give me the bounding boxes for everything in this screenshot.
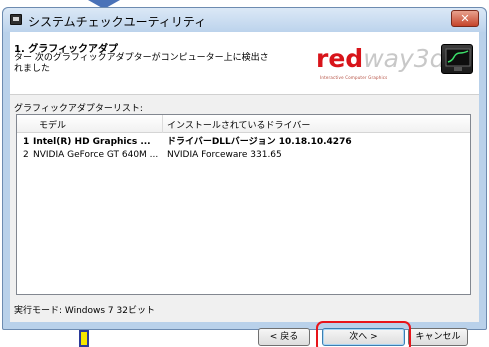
next-button-highlight: [316, 321, 411, 347]
system-check-window: システムチェックユーティリティ ✕ 1. グラフィックアダプ ター 次のグラフィ…: [2, 7, 487, 347]
cursor-marker-icon: [79, 330, 89, 347]
table-row[interactable]: 2 NVIDIA GeForce GT 640M ... NVIDIA Forc…: [17, 149, 470, 161]
row-index: 1: [23, 137, 30, 147]
window-title: システムチェックユーティリティ: [28, 15, 207, 29]
wizard-body: グラフィックアダプターリスト: モデル インストールされているドライバー 1 I…: [10, 95, 479, 347]
redway3d-logo: redway3d: [316, 44, 446, 73]
adapter-list[interactable]: モデル インストールされているドライバー 1 Intel(R) HD Graph…: [16, 114, 471, 295]
column-header-driver[interactable]: インストールされているドライバー: [167, 118, 310, 131]
title-bar[interactable]: システムチェックユーティリティ ✕: [3, 8, 486, 32]
monitor-graph-icon: [441, 44, 473, 74]
row-model: Intel(R) HD Graphics ...: [33, 137, 151, 147]
logo-way3d-text: way3d: [363, 44, 446, 73]
cancel-button[interactable]: キャンセル: [408, 328, 468, 346]
step-description: ター 次のグラフィックアダプターがコンピューター上に検出されました: [14, 53, 269, 74]
column-separator[interactable]: [162, 115, 163, 133]
column-header-model[interactable]: モデル: [39, 118, 66, 131]
wizard-header: 1. グラフィックアダプ ター 次のグラフィックアダプターがコンピューター上に検…: [10, 32, 479, 94]
row-driver: NVIDIA Forceware 331.65: [167, 150, 282, 160]
run-mode-status: 実行モード: Windows 7 32ビット: [14, 306, 155, 316]
close-button[interactable]: ✕: [451, 10, 479, 27]
row-index: 2: [23, 150, 29, 160]
logo-tagline: Interactive Computer Graphics: [320, 75, 388, 80]
back-button[interactable]: < 戻る: [258, 328, 310, 346]
app-icon: [10, 14, 22, 25]
row-driver: ドライバーDLLバージョン 10.18.10.4276: [167, 137, 352, 147]
adapter-list-label: グラフィックアダプターリスト:: [14, 104, 143, 114]
logo-red-text: red: [316, 44, 364, 73]
row-model: NVIDIA GeForce GT 640M ...: [33, 150, 159, 160]
list-header: モデル インストールされているドライバー: [17, 115, 470, 133]
window-client: 1. グラフィックアダプ ター 次のグラフィックアダプターがコンピューター上に検…: [10, 32, 479, 347]
table-row[interactable]: 1 Intel(R) HD Graphics ... ドライバーDLLバージョン…: [17, 136, 470, 148]
